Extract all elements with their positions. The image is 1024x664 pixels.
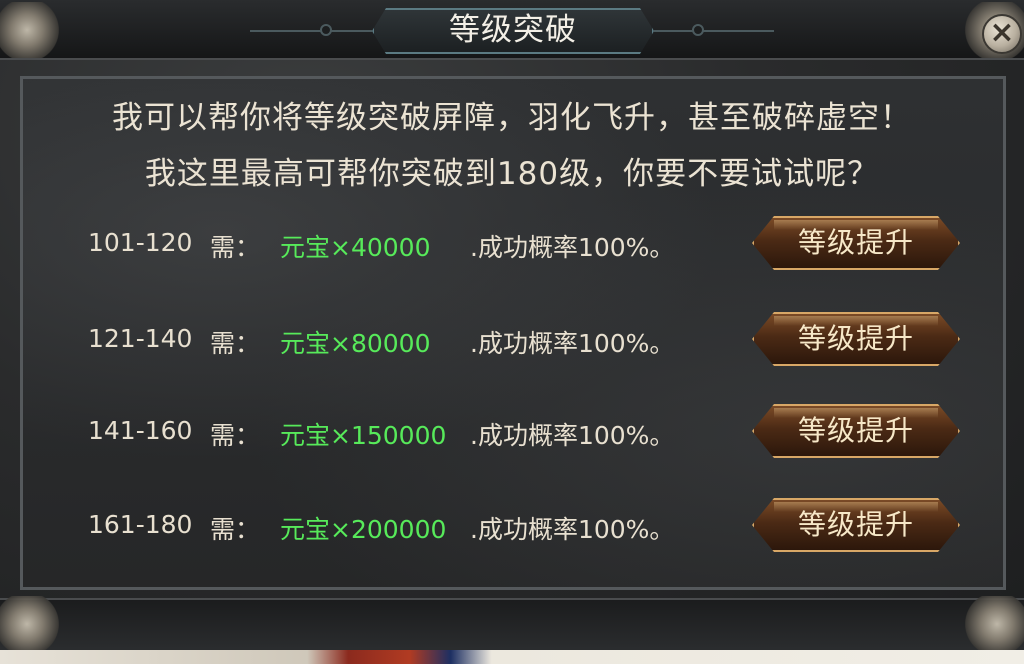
success-rate-text: .成功概率100%。 [470, 329, 675, 358]
title-dot-left [320, 24, 332, 36]
title-dot-right [692, 24, 704, 36]
intro-line-2: 我这里最高可帮你突破到180级，你要不要试试呢？ [144, 156, 880, 192]
level-range: 141-160 [88, 416, 193, 445]
level-up-button-label: 等级提升 [797, 322, 914, 355]
intro-line-1: 我可以帮你将等级突破屏障，羽化飞升，甚至破碎虚空！ [112, 100, 912, 136]
level-range: 161-180 [88, 510, 193, 539]
success-rate-text: .成功概率100%。 [470, 515, 675, 544]
cost-text: 元宝×200000 [280, 515, 447, 544]
corner-ornament-bottom-right [962, 596, 1024, 652]
corner-ornament-bottom-left [0, 596, 62, 652]
title-line-left [250, 30, 372, 32]
level-up-button-label: 等级提升 [797, 508, 914, 541]
upgrade-row: 121-140 需： 元宝×80000 .成功概率100%。 等级提升 [0, 312, 1024, 368]
close-button[interactable]: × [982, 14, 1022, 54]
level-up-button-label: 等级提升 [797, 414, 914, 447]
level-up-button[interactable]: 等级提升 [752, 498, 960, 552]
need-label: 需： [210, 233, 261, 262]
success-rate-text: .成功概率100%。 [470, 421, 675, 450]
upgrade-row: 101-120 需： 元宝×40000 .成功概率100%。 等级提升 [0, 216, 1024, 272]
level-up-button[interactable]: 等级提升 [752, 216, 960, 270]
dialog-frame: 等级突破 × 我可以帮你将等级突破屏障，羽化飞升，甚至破碎虚空！ 我这里最高可帮… [0, 0, 1024, 652]
cost-text: 元宝×40000 [280, 233, 431, 262]
need-label: 需： [210, 329, 261, 358]
cost-text: 元宝×150000 [280, 421, 447, 450]
level-range: 101-120 [88, 228, 193, 257]
level-up-button[interactable]: 等级提升 [752, 404, 960, 458]
level-up-button[interactable]: 等级提升 [752, 312, 960, 366]
upgrade-row: 161-180 需： 元宝×200000 .成功概率100%。 等级提升 [0, 498, 1024, 554]
level-up-button-label: 等级提升 [797, 226, 914, 259]
level-range: 121-140 [88, 324, 193, 353]
upgrade-row: 141-160 需： 元宝×150000 .成功概率100%。 等级提升 [0, 404, 1024, 460]
title-line-right [654, 30, 774, 32]
frame-footer [0, 598, 1024, 652]
cost-text: 元宝×80000 [280, 329, 431, 358]
dialog-title: 等级突破 [449, 12, 577, 48]
background-game-scene-strip [0, 650, 1024, 664]
corner-ornament-top-left [0, 2, 62, 58]
need-label: 需： [210, 421, 261, 450]
success-rate-text: .成功概率100%。 [470, 233, 675, 262]
need-label: 需： [210, 515, 261, 544]
